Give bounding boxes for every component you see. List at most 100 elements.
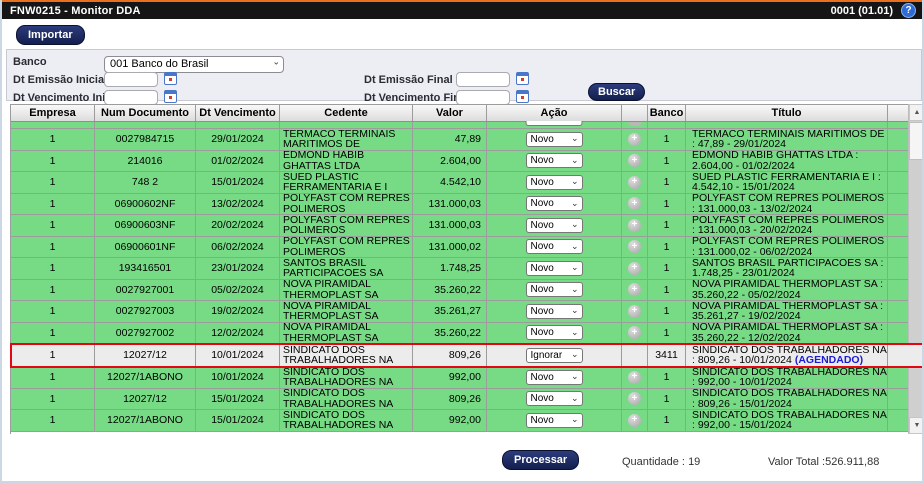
cell-banco: 1 xyxy=(648,279,686,301)
col-acao: Ação xyxy=(487,105,622,121)
scroll-up-icon[interactable]: ▲ xyxy=(909,104,922,121)
acao-select[interactable]: Novo ⌄ xyxy=(525,131,583,147)
cell-num-documento: 06900601NF xyxy=(95,236,196,258)
importar-button[interactable]: Importar xyxy=(16,25,85,45)
help-icon[interactable]: ? xyxy=(901,3,916,18)
cell-titulo: NOVA PIRAMIDAL THERMOPLAST SA : 35.261,2… xyxy=(686,301,888,323)
table-row: 1 0027984715 29/01/2024 TERMACO TERMINAI… xyxy=(11,129,922,151)
cell-banco: 1 xyxy=(648,410,686,432)
acao-select[interactable]: Novo ⌄ xyxy=(525,325,583,341)
cell-cedente: NOVA PIRAMIDAL THERMOPLAST SA xyxy=(280,279,413,301)
dt-vencimento-final-input[interactable] xyxy=(456,90,510,105)
cell-num-documento: 12027/1ABONO xyxy=(95,410,196,432)
cell-cedente: SANTOS BRASIL PARTICIPACOES SA xyxy=(280,258,413,280)
buscar-button[interactable]: Buscar xyxy=(588,83,646,101)
acao-select[interactable]: Novo ⌄ xyxy=(525,282,583,298)
calendar-icon[interactable] xyxy=(516,90,529,103)
acao-select[interactable]: Novo ⌄ xyxy=(525,153,583,169)
add-icon[interactable]: + xyxy=(628,370,641,384)
cell-dt-vencimento: 13/02/2024 xyxy=(196,193,280,215)
cell-banco: 3411 xyxy=(648,344,686,367)
cell-valor: 35.260,22 xyxy=(413,279,487,301)
col-titulo: Título xyxy=(686,105,888,121)
table-row: 1 12027/12 15/01/2024 SINDICATO DOS TRAB… xyxy=(11,388,922,410)
dt-vencimento-inicial-input[interactable] xyxy=(104,90,158,105)
cell-dt-vencimento: 06/02/2024 xyxy=(196,236,280,258)
cell-dt-vencimento: 12/02/2024 xyxy=(196,322,280,344)
cell-banco: 1 xyxy=(648,172,686,194)
add-icon[interactable]: + xyxy=(628,413,641,427)
cell-valor: 35.261,27 xyxy=(413,301,487,323)
col-num-documento: Num Documento xyxy=(95,105,196,121)
cell-dt-vencimento: 20/02/2024 xyxy=(196,215,280,237)
dt-vencimento-final-label: Dt Vencimento Final xyxy=(364,92,470,104)
table-row: 1 12027/12 10/01/2024 SINDICATO DOS TRAB… xyxy=(10,343,922,368)
cell-cedente: SINDICATO DOS TRABALHADORES NA xyxy=(280,367,413,389)
add-icon[interactable]: + xyxy=(628,132,641,146)
table-row: 1 748 2 15/01/2024 SUED PLASTIC FERRAMEN… xyxy=(11,172,922,194)
cell-dt-vencimento: 19/02/2024 xyxy=(196,301,280,323)
valor-total-summary: Valor Total :526.911,88 xyxy=(768,456,880,468)
cell-cedente: SUED PLASTIC FERRAMENTARIA E I xyxy=(280,172,413,194)
dt-emissao-inicial-label: Dt Emissão Inicial xyxy=(13,74,108,86)
acao-select[interactable]: Ignorar ⌄ xyxy=(525,347,583,363)
scrollbar-thumb[interactable] xyxy=(909,122,922,160)
acao-select[interactable]: Novo ⌄ xyxy=(525,217,583,233)
cell-dt-vencimento: 05/02/2024 xyxy=(196,279,280,301)
cell-cedente: TERMACO TERMINAIS MARITIMOS DE xyxy=(280,129,413,151)
clipped-select xyxy=(525,121,583,126)
add-icon[interactable]: + xyxy=(628,218,641,232)
cell-dt-vencimento: 10/01/2024 xyxy=(196,344,280,367)
page-title: FNW0215 - Monitor DDA xyxy=(10,4,141,17)
cell-cedente: SINDICATO DOS TRABALHADORES NA xyxy=(280,344,413,367)
cell-empresa: 1 xyxy=(11,410,95,432)
add-icon[interactable]: + xyxy=(628,197,641,211)
acao-select[interactable]: Novo ⌄ xyxy=(525,174,583,190)
add-icon[interactable]: + xyxy=(628,392,641,406)
acao-select[interactable]: Novo ⌄ xyxy=(525,369,583,385)
cell-titulo: SUED PLASTIC FERRAMENTARIA E I : 4.542,1… xyxy=(686,172,888,194)
table-row: 1 0027927002 12/02/2024 NOVA PIRAMIDAL T… xyxy=(11,322,922,344)
cell-cedente: POLYFAST COM REPRES POLIMEROS xyxy=(280,215,413,237)
cell-valor: 4.542,10 xyxy=(413,172,487,194)
add-icon[interactable]: + xyxy=(628,175,641,189)
scroll-down-icon[interactable]: ▼ xyxy=(909,417,922,434)
acao-select[interactable]: Novo ⌄ xyxy=(525,303,583,319)
cell-empresa: 1 xyxy=(11,236,95,258)
banco-select[interactable]: 001 Banco do Brasil ⌄ xyxy=(104,54,284,73)
cell-titulo: SINDICATO DOS TRABALHADORES NA : 809,26 … xyxy=(686,344,888,367)
acao-select[interactable]: Novo ⌄ xyxy=(525,239,583,255)
cell-empresa: 1 xyxy=(11,301,95,323)
add-icon[interactable]: + xyxy=(628,261,641,275)
calendar-icon[interactable] xyxy=(516,72,529,85)
table-body: 1 0027984715 29/01/2024 TERMACO TERMINAI… xyxy=(10,121,922,432)
quantidade-value: 19 xyxy=(688,456,701,468)
cell-cedente: EDMOND HABIB GHATTAS LTDA xyxy=(280,150,413,172)
acao-select[interactable]: Novo ⌄ xyxy=(525,196,583,212)
table-row: 1 0027927001 05/02/2024 NOVA PIRAMIDAL T… xyxy=(11,279,922,301)
calendar-icon[interactable] xyxy=(164,90,177,103)
quantidade-summary: Quantidade : 19 xyxy=(622,456,701,468)
clipped-add-button xyxy=(628,122,641,126)
cell-num-documento: 193416501 xyxy=(95,258,196,280)
banco-label: Banco xyxy=(13,56,47,68)
processar-button[interactable]: Processar xyxy=(502,450,580,470)
add-icon[interactable]: + xyxy=(628,154,641,168)
acao-select[interactable]: Novo ⌄ xyxy=(525,391,583,407)
dt-emissao-final-input[interactable] xyxy=(456,72,510,87)
dt-emissao-inicial-input[interactable] xyxy=(104,72,158,87)
cell-cedente: NOVA PIRAMIDAL THERMOPLAST SA xyxy=(280,301,413,323)
acao-select[interactable]: Novo ⌄ xyxy=(525,412,583,428)
col-valor: Valor xyxy=(413,105,487,121)
add-icon[interactable]: + xyxy=(628,326,641,340)
acao-select[interactable]: Novo ⌄ xyxy=(525,260,583,276)
cell-banco: 1 xyxy=(648,150,686,172)
cell-titulo: SINDICATO DOS TRABALHADORES NA : 992,00 … xyxy=(686,410,888,432)
cell-empresa: 1 xyxy=(11,279,95,301)
add-icon[interactable]: + xyxy=(628,304,641,318)
dda-table: Empresa Num Documento Dt Vencimento Cede… xyxy=(10,104,922,434)
add-icon[interactable]: + xyxy=(628,283,641,297)
add-icon[interactable]: + xyxy=(628,240,641,254)
vertical-scrollbar[interactable]: ▲ ▼ xyxy=(908,104,922,434)
calendar-icon[interactable] xyxy=(164,72,177,85)
